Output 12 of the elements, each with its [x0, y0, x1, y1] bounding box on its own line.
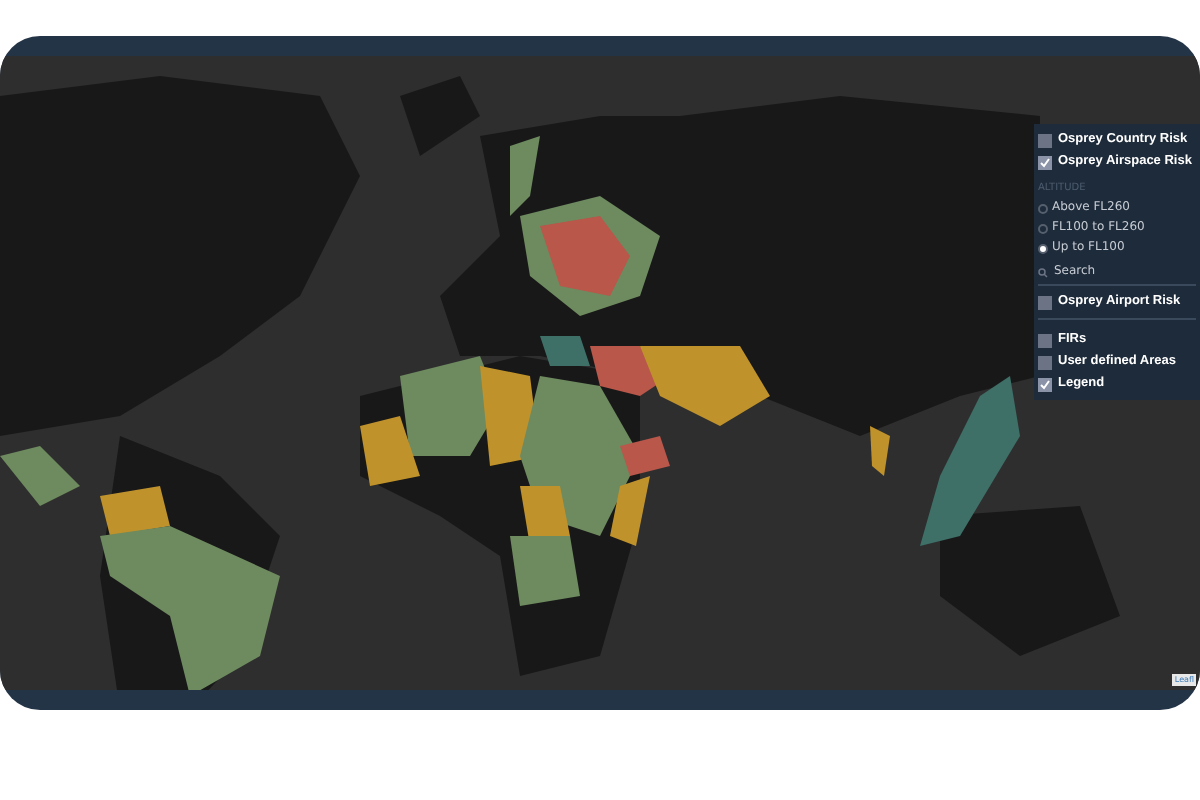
radio-button[interactable] — [1038, 203, 1048, 213]
checkbox[interactable] — [1038, 355, 1052, 369]
radio-button[interactable] — [1038, 243, 1048, 253]
checkmark-icon — [1040, 157, 1050, 167]
checkbox[interactable] — [1038, 333, 1052, 347]
checkbox[interactable] — [1038, 133, 1052, 147]
checkmark-icon — [1040, 379, 1050, 389]
checkbox[interactable] — [1038, 295, 1052, 309]
search-icon — [1038, 267, 1048, 277]
radio-button[interactable] — [1038, 223, 1048, 233]
checkbox[interactable] — [1038, 155, 1052, 169]
checkbox[interactable] — [1038, 377, 1052, 391]
